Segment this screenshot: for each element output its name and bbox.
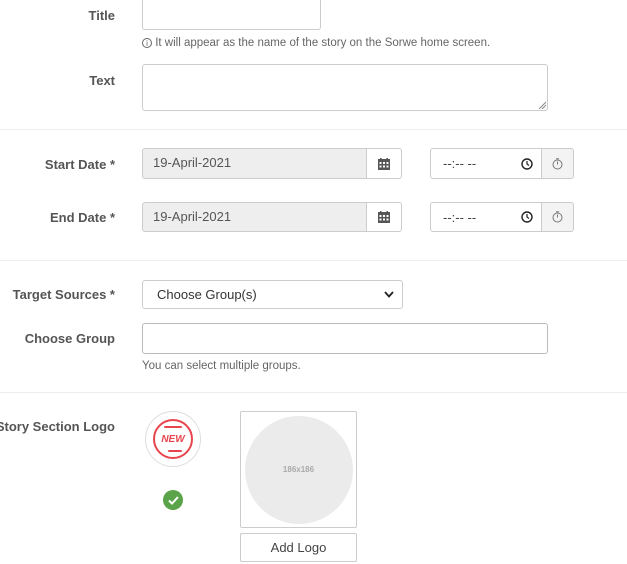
start-time-addon[interactable]	[541, 148, 574, 179]
choose-group-label: Choose Group	[24, 331, 115, 346]
clock-icon[interactable]	[521, 157, 533, 170]
title-input[interactable]	[142, 0, 321, 30]
badge-dash-bottom	[168, 450, 182, 452]
end-date-label: End Date *	[49, 210, 115, 225]
target-sources-select[interactable]: Choose Group(s)	[142, 280, 403, 309]
stopwatch-icon	[552, 157, 563, 169]
story-logo-label: Story Section Logo	[0, 419, 115, 434]
end-calendar-button[interactable]	[366, 202, 402, 232]
section-divider-1	[0, 129, 627, 130]
badge-dash-top	[164, 426, 182, 428]
end-time-input[interactable]: --:-- --	[430, 202, 542, 232]
logo-upload-frame[interactable]: 186x186	[240, 411, 357, 528]
add-logo-button[interactable]: Add Logo	[240, 533, 357, 562]
new-badge-logo: NEW	[153, 419, 193, 459]
title-help: i It will appear as the name of the stor…	[142, 37, 490, 49]
chevron-down-icon	[384, 291, 394, 298]
start-calendar-button[interactable]	[366, 148, 402, 179]
end-time-value: --:-- --	[443, 209, 477, 225]
section-divider-2	[0, 260, 627, 261]
target-sources-label: Target Sources *	[12, 287, 115, 302]
logo-placeholder: 186x186	[244, 415, 353, 524]
text-label: Text	[89, 73, 115, 88]
text-textarea[interactable]	[142, 64, 548, 111]
end-time-addon[interactable]	[541, 202, 574, 232]
target-sources-selected: Choose Group(s)	[157, 287, 257, 302]
logo-placeholder-text: 186x186	[282, 465, 315, 474]
info-icon: i	[142, 38, 152, 48]
title-help-text: It will appear as the name of the story …	[155, 37, 491, 49]
add-logo-label: Add Logo	[270, 540, 327, 555]
new-badge-text: NEW	[161, 433, 185, 445]
calendar-icon	[378, 211, 390, 223]
choose-group-input[interactable]	[142, 323, 548, 354]
start-date-input[interactable]: 19-April-2021	[142, 148, 368, 179]
start-date-label: Start Date *	[44, 157, 115, 172]
checkmark-icon	[167, 495, 179, 505]
clock-icon[interactable]	[521, 211, 533, 223]
end-date-input[interactable]: 19-April-2021	[142, 202, 368, 232]
current-logo[interactable]: NEW	[145, 411, 201, 467]
start-time-value: --:-- --	[443, 156, 477, 171]
choose-group-help: You can select multiple groups.	[142, 360, 301, 372]
calendar-icon	[378, 157, 390, 170]
start-time-input[interactable]: --:-- --	[430, 148, 542, 179]
selected-check-icon[interactable]	[163, 490, 183, 510]
stopwatch-icon	[552, 211, 563, 223]
title-label: Title	[88, 8, 116, 23]
resize-handle-icon[interactable]	[538, 101, 546, 109]
section-divider-3	[0, 392, 627, 393]
